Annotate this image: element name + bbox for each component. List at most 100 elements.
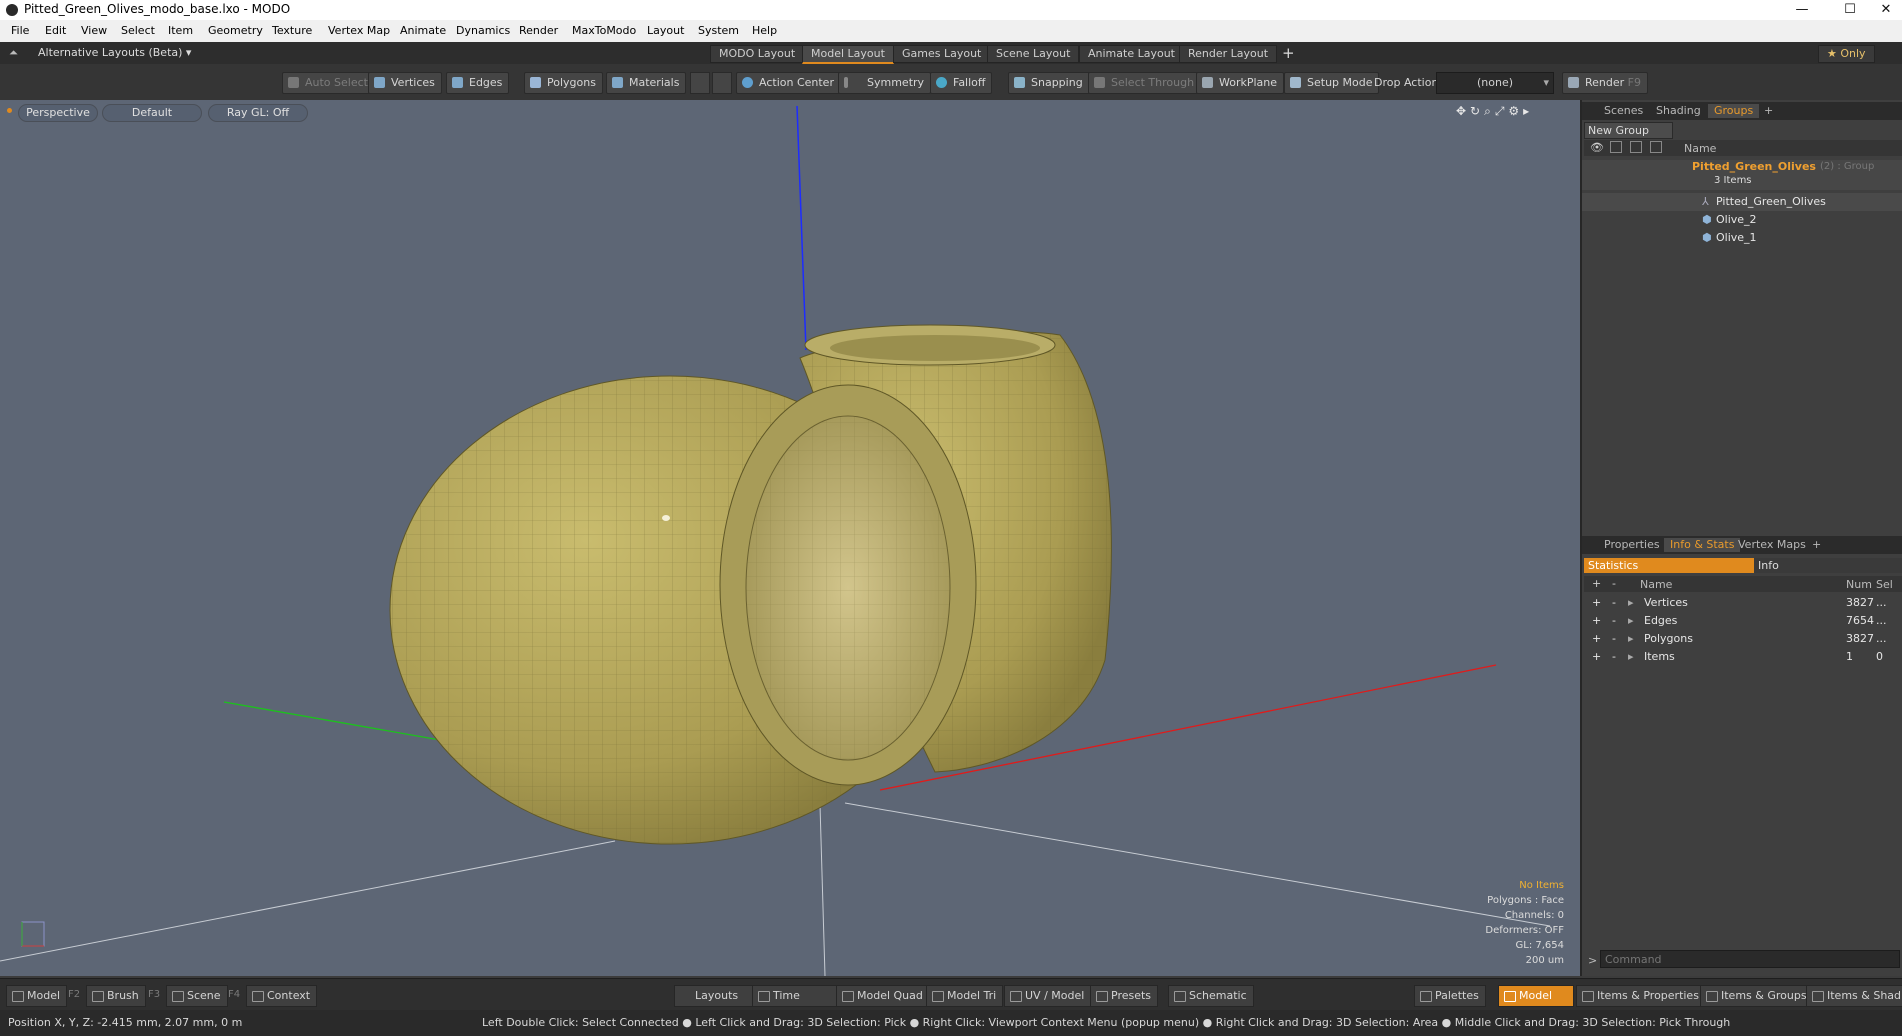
falloff-button[interactable]: Falloff bbox=[930, 72, 993, 94]
only-button[interactable]: ★ Only bbox=[1818, 45, 1875, 63]
new-group-button[interactable]: New Group bbox=[1584, 122, 1673, 139]
tab-model-layout[interactable]: Model Layout bbox=[802, 45, 894, 64]
menu-render[interactable]: Render bbox=[519, 24, 558, 37]
maximize-button[interactable]: ☐ bbox=[1830, 0, 1870, 20]
bottom-bar: Model F2 Brush F3 Scene F4 Context Layou… bbox=[0, 978, 1902, 1011]
materials-button[interactable]: Materials bbox=[606, 72, 687, 94]
menu-maxtomodo[interactable]: MaxToModo bbox=[572, 24, 636, 37]
symmetry-button[interactable]: Symmetry bbox=[838, 72, 932, 94]
palettes-icon bbox=[1420, 991, 1432, 1002]
collapse-icon[interactable]: ⏶ bbox=[9, 46, 18, 60]
tab-scenes[interactable]: Scenes bbox=[1598, 104, 1649, 118]
alternative-layouts-menu[interactable]: Alternative Layouts (Beta) ▾ bbox=[38, 46, 191, 59]
items-shading-button[interactable]: Items & Shadin bbox=[1806, 985, 1902, 1007]
select-through-button[interactable]: Select Through bbox=[1088, 72, 1202, 94]
render-button[interactable]: Render F9 bbox=[1562, 72, 1648, 94]
stats-row[interactable]: + - ▸ Polygons 3827... bbox=[1582, 630, 1902, 648]
close-button[interactable]: ✕ bbox=[1866, 0, 1902, 20]
expand-icon[interactable]: ▸ bbox=[1628, 612, 1634, 630]
stats-row[interactable]: + - ▸ Vertices 3827... bbox=[1582, 594, 1902, 612]
brush-tab-button[interactable]: Brush bbox=[86, 985, 146, 1007]
menu-geometry[interactable]: Geometry bbox=[208, 24, 263, 37]
command-input[interactable] bbox=[1600, 950, 1900, 968]
model-quad-button[interactable]: Model Quad bbox=[836, 985, 930, 1007]
menu-help[interactable]: Help bbox=[752, 24, 777, 37]
menu-vertex-map[interactable]: Vertex Map bbox=[328, 24, 390, 37]
edges-button[interactable]: Edges bbox=[446, 72, 510, 94]
menu-view[interactable]: View bbox=[81, 24, 107, 37]
menu-file[interactable]: File bbox=[11, 24, 29, 37]
setup-mode-button[interactable]: Setup Mode bbox=[1284, 72, 1380, 94]
title-bar: Pitted_Green_Olives_modo_base.lxo - MODO… bbox=[0, 0, 1902, 20]
menu-system[interactable]: System bbox=[698, 24, 739, 37]
info-subtab[interactable]: Info bbox=[1754, 558, 1902, 573]
menu-texture[interactable]: Texture bbox=[272, 24, 312, 37]
items-properties-button[interactable]: Items & Properties bbox=[1576, 985, 1706, 1007]
statistics-subtab[interactable]: Statistics bbox=[1584, 558, 1754, 573]
time-button[interactable]: Time bbox=[752, 985, 840, 1007]
tab-info-stats[interactable]: Info & Stats bbox=[1664, 538, 1741, 552]
add-layout-button[interactable]: + bbox=[1282, 44, 1295, 62]
workplane-button[interactable]: WorkPlane bbox=[1196, 72, 1285, 94]
snapping-button[interactable]: Snapping bbox=[1008, 72, 1090, 94]
name-column-header[interactable]: Name bbox=[1684, 142, 1716, 155]
menu-item[interactable]: Item bbox=[168, 24, 193, 37]
menu-animate[interactable]: Animate bbox=[400, 24, 446, 37]
3d-viewport[interactable]: Perspective Default Ray GL: Off ✥↻⌕⤢⚙▸ N… bbox=[0, 100, 1580, 976]
setup-mode-icon bbox=[1290, 77, 1301, 88]
select-mode-icon[interactable] bbox=[690, 72, 710, 94]
model-tri-button[interactable]: Model Tri bbox=[926, 985, 1004, 1007]
expand-icon[interactable]: ▸ bbox=[1628, 594, 1634, 612]
add-tab-button[interactable]: + bbox=[1758, 104, 1779, 118]
menu-layout[interactable]: Layout bbox=[647, 24, 684, 37]
tab-animate-layout[interactable]: Animate Layout bbox=[1079, 45, 1184, 63]
auto-select-button[interactable]: Auto Select bbox=[282, 72, 375, 94]
context-tab-button[interactable]: Context bbox=[246, 985, 318, 1007]
menu-select[interactable]: Select bbox=[121, 24, 155, 37]
tab-scene-layout[interactable]: Scene Layout bbox=[987, 45, 1080, 63]
minimize-button[interactable]: — bbox=[1782, 0, 1822, 20]
tab-shading[interactable]: Shading bbox=[1650, 104, 1707, 118]
select-through-icon bbox=[1094, 77, 1105, 88]
select-mode-2-icon[interactable] bbox=[712, 72, 732, 94]
olive-1-mesh[interactable] bbox=[389, 375, 977, 845]
polygons-button[interactable]: Polygons bbox=[524, 72, 603, 94]
expand-icon[interactable]: ▸ bbox=[1628, 630, 1634, 648]
polygons-icon bbox=[530, 77, 541, 88]
menu-edit[interactable]: Edit bbox=[45, 24, 66, 37]
items-groups-button[interactable]: Items & Groups bbox=[1700, 985, 1814, 1007]
layouts-button[interactable]: Layouts bbox=[674, 985, 754, 1007]
tab-groups[interactable]: Groups bbox=[1708, 104, 1760, 118]
expand-icon[interactable]: ▸ bbox=[1628, 648, 1634, 666]
schematic-button[interactable]: Schematic bbox=[1168, 985, 1254, 1007]
vertices-icon bbox=[374, 77, 385, 88]
menu-dynamics[interactable]: Dynamics bbox=[456, 24, 510, 37]
tab-games-layout[interactable]: Games Layout bbox=[893, 45, 991, 63]
stats-row[interactable]: + - ▸ Edges 7654... bbox=[1582, 612, 1902, 630]
drop-action-select[interactable]: (none) ▾ bbox=[1436, 72, 1554, 94]
group-row[interactable]: Pitted_Green_Olives (2) : Group 3 Items bbox=[1582, 160, 1902, 190]
palettes-button[interactable]: Palettes bbox=[1414, 985, 1486, 1007]
vertices-button[interactable]: Vertices bbox=[368, 72, 442, 94]
tab-render-layout[interactable]: Render Layout bbox=[1179, 45, 1278, 63]
action-center-button[interactable]: Action Center bbox=[736, 72, 841, 94]
tab-modo-layout[interactable]: MODO Layout bbox=[710, 45, 805, 63]
tab-properties[interactable]: Properties bbox=[1598, 538, 1666, 552]
uv-model-button[interactable]: UV / Model bbox=[1004, 985, 1092, 1007]
stats-row[interactable]: + - ▸ Items 1 0 bbox=[1582, 648, 1902, 666]
presets-button[interactable]: Presets bbox=[1090, 985, 1159, 1007]
tree-item[interactable]: ⬢ Olive_2 bbox=[1582, 211, 1902, 229]
model-tab-button[interactable]: Model bbox=[6, 985, 68, 1007]
model-layout-button[interactable]: Model bbox=[1498, 985, 1574, 1007]
expand-all-icon[interactable]: + bbox=[1592, 577, 1601, 590]
scene-tab-button[interactable]: Scene bbox=[166, 985, 228, 1007]
render-col-icon bbox=[1610, 141, 1622, 153]
scale-info: 200 um bbox=[1525, 955, 1564, 966]
status-bar: Position X, Y, Z: -2.415 mm, 2.07 mm, 0 … bbox=[0, 1010, 1902, 1036]
tree-item[interactable]: ⬢ Olive_1 bbox=[1582, 229, 1902, 247]
collapse-all-icon[interactable]: - bbox=[1612, 577, 1616, 590]
items-groups-icon bbox=[1706, 991, 1718, 1002]
tab-vertex-maps[interactable]: Vertex Maps bbox=[1732, 538, 1812, 552]
tree-item[interactable]: ⅄ Pitted_Green_Olives bbox=[1582, 193, 1902, 211]
add-tab-button[interactable]: + bbox=[1806, 538, 1827, 552]
